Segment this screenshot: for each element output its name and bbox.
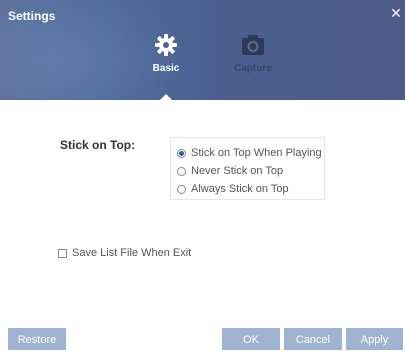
tab-basic-label: Basic — [152, 63, 180, 74]
camera-icon — [242, 35, 264, 55]
save-list-checkbox-row[interactable]: Save List File When Exit — [58, 247, 191, 259]
stick-on-top-radio-group: Stick on Top When Playing Never Stick on… — [170, 137, 325, 200]
header-banner: Settings ✕ Basic Capture — [0, 0, 405, 100]
tab-capture-label: Capture — [234, 63, 272, 74]
active-tab-pointer — [159, 94, 173, 100]
radio-button[interactable] — [177, 184, 186, 194]
radio-label: Always Stick on Top — [191, 183, 289, 195]
radio-always-stick[interactable]: Always Stick on Top — [171, 180, 324, 198]
save-list-checkbox[interactable] — [58, 248, 67, 258]
tab-capture[interactable]: Capture — [223, 32, 283, 74]
radio-label: Stick on Top When Playing — [191, 147, 322, 159]
apply-button[interactable]: Apply — [346, 328, 403, 350]
gear-icon — [155, 34, 177, 56]
restore-button[interactable]: Restore — [8, 328, 66, 350]
radio-stick-when-playing[interactable]: Stick on Top When Playing — [171, 144, 324, 162]
radio-button[interactable] — [177, 166, 186, 176]
stick-on-top-label: Stick on Top: — [60, 138, 136, 152]
cancel-button[interactable]: Cancel — [284, 328, 342, 350]
window-title: Settings — [8, 9, 56, 23]
ok-button[interactable]: OK — [222, 328, 280, 350]
close-icon[interactable]: ✕ — [389, 6, 403, 20]
settings-window: Settings ✕ Basic Capture Stick on Top: S… — [0, 0, 405, 353]
radio-never-stick[interactable]: Never Stick on Top — [171, 162, 324, 180]
save-list-label: Save List File When Exit — [72, 247, 192, 259]
radio-button-checked[interactable] — [177, 148, 186, 158]
tab-basic[interactable]: Basic — [136, 32, 196, 74]
radio-label: Never Stick on Top — [191, 165, 284, 177]
